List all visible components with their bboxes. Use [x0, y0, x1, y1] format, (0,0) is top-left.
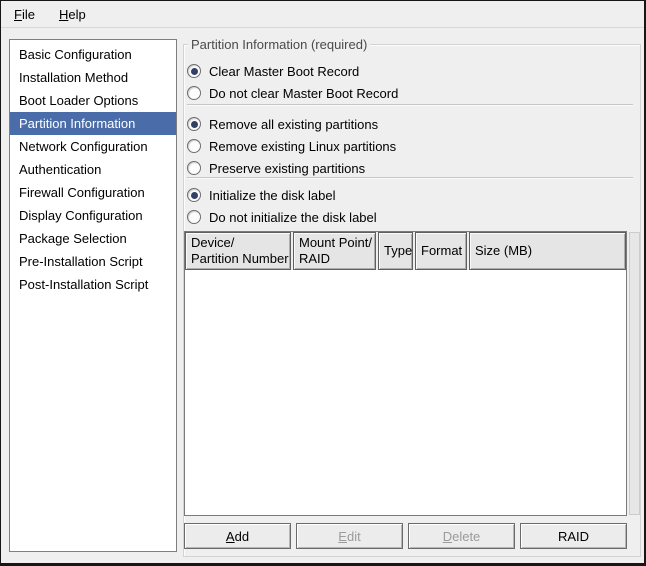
- edit-button[interactable]: Edit: [296, 523, 403, 549]
- column-header-line: Type: [384, 243, 407, 259]
- add-button-label: dd: [235, 529, 249, 544]
- radio-remove-linux-partitions-label: Remove existing Linux partitions: [209, 139, 396, 154]
- sidebar-item-partition-information[interactable]: Partition Information: [10, 112, 176, 135]
- edit-button-mnemonic: E: [338, 529, 347, 544]
- radio-init-disk-label-label: Initialize the disk label: [209, 188, 335, 203]
- edit-button-label: dit: [347, 529, 361, 544]
- radio-clear-mbr[interactable]: Clear Master Boot Record: [187, 63, 359, 79]
- sidebar-item-package-selection[interactable]: Package Selection: [10, 227, 176, 250]
- sidebar-item-firewall-configuration[interactable]: Firewall Configuration: [10, 181, 176, 204]
- column-header-line: Format: [421, 243, 461, 259]
- column-header-line: RAID: [299, 251, 370, 267]
- radio-no-init-disk-label[interactable]: Do not initialize the disk label: [187, 209, 377, 225]
- column-header-line: Device/: [191, 235, 285, 251]
- sidebar-item-basic-configuration[interactable]: Basic Configuration: [10, 43, 176, 66]
- sidebar-item-pre-installation-script[interactable]: Pre-Installation Script: [10, 250, 176, 273]
- partitions-table: Device/ Partition Number Mount Point/ RA…: [184, 231, 627, 516]
- column-header-size-mb[interactable]: Size (MB): [469, 232, 626, 270]
- column-header-line: Mount Point/: [299, 235, 370, 251]
- action-button-row: Add Edit Delete RAID: [184, 523, 627, 549]
- sidebar-item-network-configuration[interactable]: Network Configuration: [10, 135, 176, 158]
- menu-file[interactable]: File: [11, 5, 38, 24]
- delete-button[interactable]: Delete: [408, 523, 515, 549]
- radio-no-clear-mbr[interactable]: Do not clear Master Boot Record: [187, 85, 398, 101]
- radio-no-clear-mbr-label: Do not clear Master Boot Record: [209, 86, 398, 101]
- radio-preserve-partitions[interactable]: Preserve existing partitions: [187, 160, 365, 176]
- radio-selected-icon: [187, 188, 201, 202]
- menu-file-label: ile: [22, 7, 35, 22]
- column-header-line: Size (MB): [475, 243, 620, 259]
- radio-remove-all-partitions[interactable]: Remove all existing partitions: [187, 116, 378, 132]
- radio-remove-linux-partitions[interactable]: Remove existing Linux partitions: [187, 138, 396, 154]
- column-header-format[interactable]: Format: [415, 232, 467, 270]
- menu-help-label: elp: [68, 7, 85, 22]
- radio-selected-icon: [187, 117, 201, 131]
- column-header-device-partition-number[interactable]: Device/ Partition Number: [185, 232, 291, 270]
- sidebar-item-display-configuration[interactable]: Display Configuration: [10, 204, 176, 227]
- radio-init-disk-label[interactable]: Initialize the disk label: [187, 187, 335, 203]
- menubar: File Help: [1, 1, 644, 28]
- sidebar-item-post-installation-script[interactable]: Post-Installation Script: [10, 273, 176, 296]
- radio-unselected-icon: [187, 210, 201, 224]
- column-header-line: Partition Number: [191, 251, 285, 267]
- menu-file-mnemonic: F: [14, 7, 22, 22]
- delete-button-label: elete: [452, 529, 480, 544]
- partitions-table-body-empty[interactable]: [185, 270, 626, 515]
- column-header-mount-point-raid[interactable]: Mount Point/ RAID: [293, 232, 376, 270]
- raid-button-label: RAID: [558, 529, 589, 544]
- delete-button-mnemonic: D: [443, 529, 452, 544]
- menu-help[interactable]: Help: [56, 5, 89, 24]
- sidebar-item-boot-loader-options[interactable]: Boot Loader Options: [10, 89, 176, 112]
- sidebar-item-installation-method[interactable]: Installation Method: [10, 66, 176, 89]
- config-section-list: Basic Configuration Installation Method …: [9, 39, 177, 552]
- separator: [187, 104, 633, 106]
- add-button[interactable]: Add: [184, 523, 291, 549]
- menu-help-mnemonic: H: [59, 7, 68, 22]
- radio-preserve-partitions-label: Preserve existing partitions: [209, 161, 365, 176]
- radio-selected-icon: [187, 64, 201, 78]
- radio-unselected-icon: [187, 161, 201, 175]
- kickstart-configurator-window: File Help Basic Configuration Installati…: [0, 0, 646, 566]
- radio-clear-mbr-label: Clear Master Boot Record: [209, 64, 359, 79]
- column-header-type[interactable]: Type: [378, 232, 413, 270]
- radio-unselected-icon: [187, 86, 201, 100]
- radio-no-init-disk-label-label: Do not initialize the disk label: [209, 210, 377, 225]
- add-button-mnemonic: A: [226, 529, 235, 544]
- raid-button[interactable]: RAID: [520, 523, 627, 549]
- separator: [187, 177, 633, 179]
- partitions-table-header: Device/ Partition Number Mount Point/ RA…: [185, 232, 626, 270]
- radio-unselected-icon: [187, 139, 201, 153]
- frame-title: Partition Information (required): [188, 37, 370, 52]
- radio-remove-all-partitions-label: Remove all existing partitions: [209, 117, 378, 132]
- vertical-scrollbar[interactable]: [629, 232, 640, 515]
- sidebar-item-authentication[interactable]: Authentication: [10, 158, 176, 181]
